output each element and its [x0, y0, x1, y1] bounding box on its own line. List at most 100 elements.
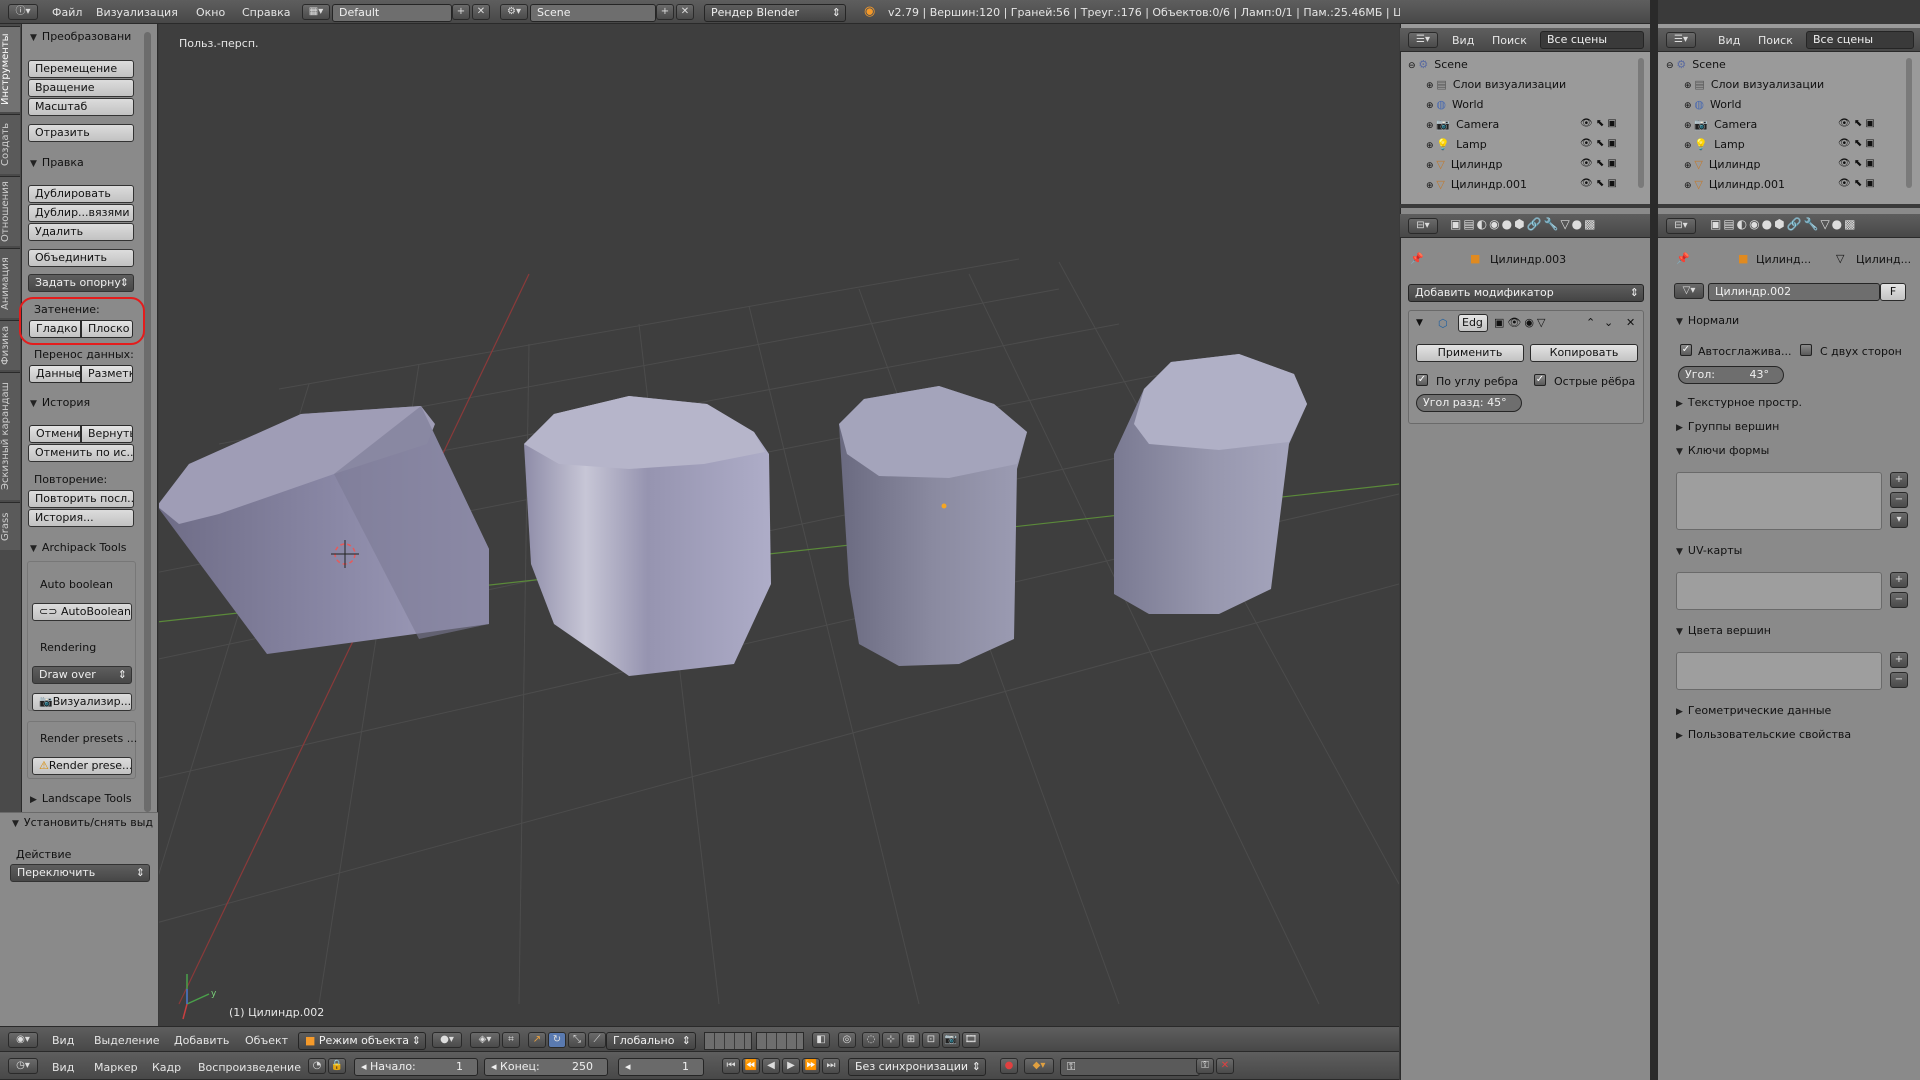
expand-arrow-icon[interactable]: ⊖ [1666, 61, 1676, 71]
outliner-1-filter-select[interactable]: Все сцены [1540, 31, 1644, 49]
undo-button[interactable]: Отмени [29, 425, 81, 443]
autosmooth-checkbox[interactable]: ✓ [1680, 344, 1692, 356]
cylinder-object-2[interactable] [524, 396, 771, 676]
remove-vertex-color-icon[interactable]: − [1890, 672, 1908, 688]
outliner-row[interactable]: ⊕ 📷 Camera [1684, 118, 1757, 137]
outliner-row[interactable]: ⊕ 💡 Lamp [1684, 138, 1745, 157]
delete-button[interactable]: Удалить [28, 223, 134, 241]
opengl-render-icon[interactable]: 📷 [942, 1032, 960, 1048]
tab-tools[interactable]: Инструменты [0, 26, 20, 112]
tab-sketch[interactable]: Эскизный карандаш [0, 372, 20, 500]
repeat-last-button[interactable]: Повторить посл... [28, 490, 134, 508]
properties-context-tab-icons[interactable]: ▣▤◐◉●⬢🔗🔧▽●▩ [1450, 217, 1597, 231]
end-frame-field[interactable]: ◂ Конец: 250 [484, 1058, 608, 1076]
render-button[interactable]: 📷Визуализир... [32, 693, 132, 711]
expand-arrow-icon[interactable]: ⊕ [1426, 181, 1436, 191]
render-presets-button[interactable]: ⚠Render prese... [32, 757, 132, 775]
outliner-row[interactable]: ⊕ 📷 Camera [1426, 118, 1499, 137]
expand-arrow-icon[interactable]: ⊕ [1426, 141, 1436, 151]
layer-buttons-1[interactable] [704, 1032, 752, 1050]
snap-element-icon[interactable]: ⊞ [902, 1032, 920, 1048]
keying-set-field[interactable]: ⚿ [1060, 1058, 1200, 1076]
by-angle-checkbox[interactable]: ✓ [1416, 374, 1428, 386]
screen-layout-icon[interactable]: ▦▾ [302, 4, 330, 20]
remove-layout-icon[interactable]: ✕ [472, 4, 490, 20]
next-keyframe-icon[interactable]: ⏩ [802, 1058, 820, 1074]
menu-render[interactable]: Визуализация [96, 6, 178, 19]
tab-relations[interactable]: Отношения [0, 176, 20, 246]
fake-user-button[interactable]: F [1880, 283, 1906, 301]
outliner-row[interactable]: ⊕ ◍ World [1684, 98, 1742, 117]
outliner-2-filter-select[interactable]: Все сцены [1806, 31, 1914, 49]
remove-scene-icon[interactable]: ✕ [676, 4, 694, 20]
menu-add[interactable]: Добавить [174, 1034, 229, 1047]
expand-arrow-icon[interactable]: ⊕ [1684, 181, 1694, 191]
data-transfer-button[interactable]: Данные [29, 365, 81, 383]
render-preview-icon[interactable]: ◎ [838, 1032, 856, 1048]
current-frame-field[interactable]: ◂ 1 [618, 1058, 704, 1076]
outliner-row[interactable]: ⊕ ▽ Цилиндр [1684, 158, 1761, 177]
viewport-shading-icon[interactable]: ●▾ [432, 1032, 462, 1048]
expand-arrow-icon[interactable]: ⊕ [1426, 81, 1436, 91]
info-editor-icon[interactable]: ⓘ▾ [8, 4, 38, 20]
panel-custom-props-header[interactable]: ▶ Пользовательские свойства [1676, 728, 1851, 741]
tab-grass[interactable]: Grass [0, 502, 20, 550]
expand-arrow-icon[interactable]: ⊕ [1426, 121, 1436, 131]
panel-history-header[interactable]: ▼ История [30, 396, 90, 409]
editor-divider[interactable] [1650, 0, 1658, 1080]
timeline-editor-icon[interactable]: ◷▾ [8, 1058, 38, 1074]
modifier-visibility-icons[interactable]: ▣👁◉▽ [1494, 316, 1548, 329]
cylinder-object-4[interactable] [1114, 354, 1307, 614]
play-reverse-icon[interactable]: ◀ [762, 1058, 780, 1074]
shape-key-menu-icon[interactable]: ▾ [1890, 512, 1908, 528]
panel-landscape-header[interactable]: ▶ Landscape Tools [30, 792, 132, 805]
lock-layers-icon[interactable]: ◧ [812, 1032, 830, 1048]
menu-file[interactable]: Файл [52, 6, 82, 19]
timeline-menu-frame[interactable]: Кадр [152, 1061, 181, 1074]
modifier-expand-icon[interactable]: ▼ [1416, 318, 1423, 328]
panel-texture-space-header[interactable]: ▶ Текстурное простр. [1676, 396, 1802, 409]
uv-maps-list[interactable] [1676, 572, 1882, 610]
manipulator-toggle-icon[interactable]: ⌗ [502, 1032, 520, 1048]
jump-start-icon[interactable]: ⏮ [722, 1058, 740, 1074]
add-layout-icon[interactable]: + [452, 4, 470, 20]
visibility-toggle-icons[interactable]: 👁 ⬉ ▣ [1838, 178, 1875, 197]
visibility-toggle-icons[interactable]: 👁 ⬉ ▣ [1580, 138, 1617, 157]
visibility-toggle-icons[interactable]: 👁 ⬉ ▣ [1838, 138, 1875, 157]
expand-arrow-icon[interactable]: ⊕ [1684, 161, 1694, 171]
add-shape-key-icon[interactable]: + [1890, 472, 1908, 488]
sharp-edges-checkbox[interactable]: ✓ [1534, 374, 1546, 386]
add-scene-icon[interactable]: + [656, 4, 674, 20]
outliner-1-view-menu[interactable]: Вид [1452, 34, 1474, 47]
outliner-2-view-menu[interactable]: Вид [1718, 34, 1740, 47]
toolshelf-scrollbar[interactable] [144, 32, 151, 812]
outliner-2-search-menu[interactable]: Поиск [1758, 34, 1793, 47]
outliner-row[interactable]: ⊕ 💡 Lamp [1426, 138, 1487, 157]
panel-vertex-colors-header[interactable]: ▼ Цвета вершин [1676, 624, 1771, 637]
pin-icon[interactable]: 📌 [1410, 252, 1424, 265]
expand-arrow-icon[interactable]: ⊕ [1426, 101, 1436, 111]
visibility-toggle-icons[interactable]: 👁 ⬉ ▣ [1580, 118, 1617, 137]
apply-button[interactable]: Применить [1416, 344, 1524, 362]
double-sided-checkbox[interactable] [1800, 344, 1812, 356]
menu-window[interactable]: Окно [196, 6, 225, 19]
orientation-icon[interactable]: ⟋ [588, 1032, 606, 1048]
outliner-editor-icon[interactable]: ☰▾ [1666, 32, 1696, 48]
copy-button[interactable]: Копировать [1530, 344, 1638, 362]
add-modifier-select[interactable]: Добавить модификатор ⇕ [1408, 284, 1644, 302]
scene-field[interactable]: Scene [530, 4, 656, 22]
layer-buttons-2[interactable] [756, 1032, 804, 1050]
split-angle-field[interactable]: Угол разд: 45° [1416, 394, 1522, 412]
timeline-menu-marker[interactable]: Маркер [94, 1061, 138, 1074]
outliner-row[interactable]: ⊕ ◍ World [1426, 98, 1484, 117]
outliner-2-scrollbar[interactable] [1906, 58, 1912, 188]
mesh-name-field[interactable]: Цилиндр.002 [1708, 283, 1880, 301]
keying-set-icon[interactable]: ◆▾ [1024, 1058, 1054, 1074]
panel-edit-header[interactable]: ▼ Правка [30, 156, 84, 169]
visibility-toggle-icons[interactable]: 👁 ⬉ ▣ [1580, 178, 1617, 197]
timeline-menu-view[interactable]: Вид [52, 1061, 74, 1074]
delete-keyframe-icon[interactable]: ✕ [1216, 1058, 1234, 1074]
repeat-history-button[interactable]: История... [28, 509, 134, 527]
properties-context-tab-icons[interactable]: ▣▤◐◉●⬢🔗🔧▽●▩ [1710, 217, 1857, 231]
expand-arrow-icon[interactable]: ⊕ [1426, 161, 1436, 171]
